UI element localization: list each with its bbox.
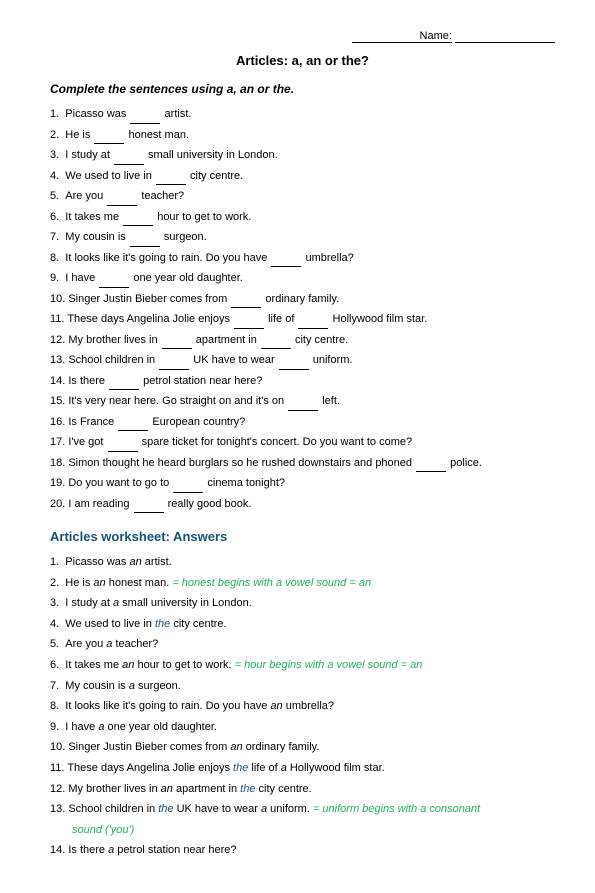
article-9: a [98, 721, 104, 733]
question-19: 19. Do you want to go to cinema tonight? [50, 475, 555, 493]
question-17: 17. I've got spare ticket for tonight's … [50, 434, 555, 452]
note-2: = honest begins with a vowel sound = an [172, 577, 371, 589]
note-13: = uniform begins with a consonant [313, 803, 480, 815]
article-8: an [270, 700, 282, 712]
main-title: Articles: a, an or the? [50, 53, 555, 68]
question-20: 20. I am reading really good book. [50, 496, 555, 514]
question-2: 2. He is honest man. [50, 127, 555, 145]
answers-title: Articles worksheet: Answers [50, 529, 555, 544]
answer-13-note: sound ('you') [50, 822, 555, 840]
name-label: Name: [352, 30, 452, 43]
questions-list: 1. Picasso was artist. 2. He is honest m… [50, 106, 555, 513]
article-1: an [129, 556, 141, 568]
answer-13: 13. School children in the UK have to we… [50, 801, 555, 819]
answer-3: 3. I study at a small university in Lond… [50, 595, 555, 613]
answers-list: 1. Picasso was an artist. 2. He is an ho… [50, 554, 555, 860]
question-12: 12. My brother lives in apartment in cit… [50, 332, 555, 350]
question-18: 18. Simon thought he heard burglars so h… [50, 455, 555, 473]
article-12b: the [240, 783, 255, 795]
answer-14: 14. Is there a petrol station near here? [50, 842, 555, 860]
question-14: 14. Is there petrol station near here? [50, 373, 555, 391]
article-12a: an [161, 783, 173, 795]
article-3: a [113, 597, 119, 609]
question-6: 6. It takes me hour to get to work. [50, 209, 555, 227]
question-16: 16. Is France European country? [50, 414, 555, 432]
answer-11: 11. These days Angelina Jolie enjoys the… [50, 760, 555, 778]
article-6: an [122, 659, 134, 671]
article-7: a [129, 680, 135, 692]
answer-9: 9. I have a one year old daughter. [50, 719, 555, 737]
question-11: 11. These days Angelina Jolie enjoys lif… [50, 311, 555, 329]
question-9: 9. I have one year old daughter. [50, 270, 555, 288]
question-10: 10. Singer Justin Bieber comes from ordi… [50, 291, 555, 309]
question-8: 8. It looks like it's going to rain. Do … [50, 250, 555, 268]
article-10: an [230, 741, 242, 753]
answer-6: 6. It takes me an hour to get to work. =… [50, 657, 555, 675]
name-line: Name: [50, 30, 555, 43]
article-4: the [155, 618, 170, 630]
answer-1: 1. Picasso was an artist. [50, 554, 555, 572]
note-6: = hour begins with a vowel sound = an [235, 659, 423, 671]
article-11a: the [233, 762, 248, 774]
question-5: 5. Are you teacher? [50, 188, 555, 206]
answer-10: 10. Singer Justin Bieber comes from an o… [50, 739, 555, 757]
answer-4: 4. We used to live in the city centre. [50, 616, 555, 634]
question-13: 13. School children in UK have to wear u… [50, 352, 555, 370]
answer-7: 7. My cousin is a surgeon. [50, 678, 555, 696]
answer-5: 5. Are you a teacher? [50, 636, 555, 654]
answer-12: 12. My brother lives in an apartment in … [50, 781, 555, 799]
article-11b: a [281, 762, 287, 774]
question-15: 15. It's very near here. Go straight on … [50, 393, 555, 411]
question-7: 7. My cousin is surgeon. [50, 229, 555, 247]
name-blank [455, 30, 555, 43]
question-3: 3. I study at small university in London… [50, 147, 555, 165]
question-4: 4. We used to live in city centre. [50, 168, 555, 186]
article-14: a [108, 844, 114, 856]
question-1: 1. Picasso was artist. [50, 106, 555, 124]
article-5: a [106, 638, 112, 650]
article-2: an [93, 577, 105, 589]
article-13a: the [158, 803, 173, 815]
article-13b: a [261, 803, 267, 815]
section-instruction: Complete the sentences using a, an or th… [50, 82, 555, 96]
answer-2: 2. He is an honest man. = honest begins … [50, 575, 555, 593]
answer-8: 8. It looks like it's going to rain. Do … [50, 698, 555, 716]
